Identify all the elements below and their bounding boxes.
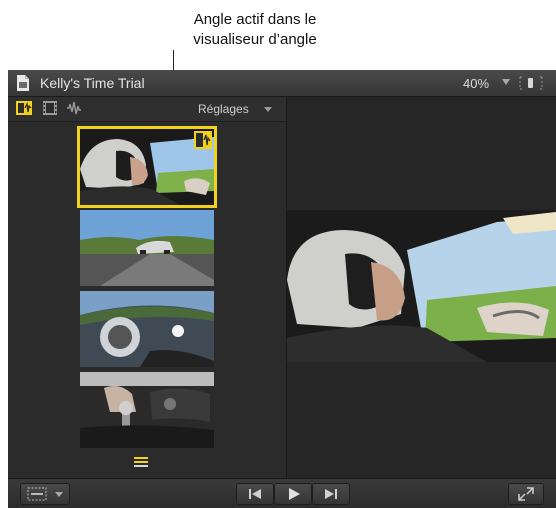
gear-shifter-image <box>80 372 214 448</box>
angle-thumbnail-4[interactable] <box>80 372 214 448</box>
settings-menu[interactable]: Réglages <box>198 102 249 116</box>
play-icon <box>289 488 300 500</box>
app-window: Kelly's Time Trial 40% Réglages <box>8 70 556 508</box>
window-title: Kelly's Time Trial <box>40 75 145 91</box>
previous-icon <box>249 489 261 499</box>
video-audio-angle-icon[interactable] <box>16 101 32 115</box>
angle-thumbnail-1[interactable] <box>77 126 217 208</box>
next-button[interactable] <box>312 483 350 505</box>
view-options-button[interactable] <box>20 483 70 505</box>
video-only-icon[interactable] <box>42 101 58 115</box>
title-bar: Kelly's Time Trial 40% <box>8 70 556 97</box>
chevron-down-icon[interactable] <box>264 107 272 112</box>
fullscreen-icon <box>518 487 534 501</box>
fisheye-cockpit-image <box>80 291 214 367</box>
fullscreen-button[interactable] <box>508 483 544 505</box>
chevron-down-icon <box>55 492 63 497</box>
view-switch-icon[interactable] <box>518 74 544 92</box>
angle-panel: Réglages <box>8 97 287 478</box>
callout-text: Angle actif dans le visualiseur d’angle <box>150 10 360 50</box>
audio-only-icon[interactable] <box>66 101 82 115</box>
playback-bar <box>8 478 556 508</box>
car-on-track-image <box>80 210 214 286</box>
angle-thumbnail-2[interactable] <box>80 210 214 286</box>
angle-list-icon[interactable] <box>134 457 148 469</box>
zoom-level[interactable]: 40% <box>463 76 489 91</box>
chevron-down-icon[interactable] <box>502 79 510 85</box>
viewer-image <box>287 210 556 362</box>
next-icon <box>325 489 337 499</box>
angle-toolbar: Réglages <box>8 97 286 122</box>
callout-line-2: visualiseur d’angle <box>193 31 317 48</box>
view-options-icon <box>27 487 47 501</box>
angle-thumbnail-3[interactable] <box>80 291 214 367</box>
previous-button[interactable] <box>236 483 274 505</box>
document-icon <box>17 75 29 91</box>
viewer-frame[interactable] <box>287 210 556 362</box>
viewer <box>287 97 556 478</box>
play-button[interactable] <box>274 483 312 505</box>
callout-line-1: Angle actif dans le <box>193 11 317 28</box>
active-angle-badge-icon <box>194 131 212 149</box>
